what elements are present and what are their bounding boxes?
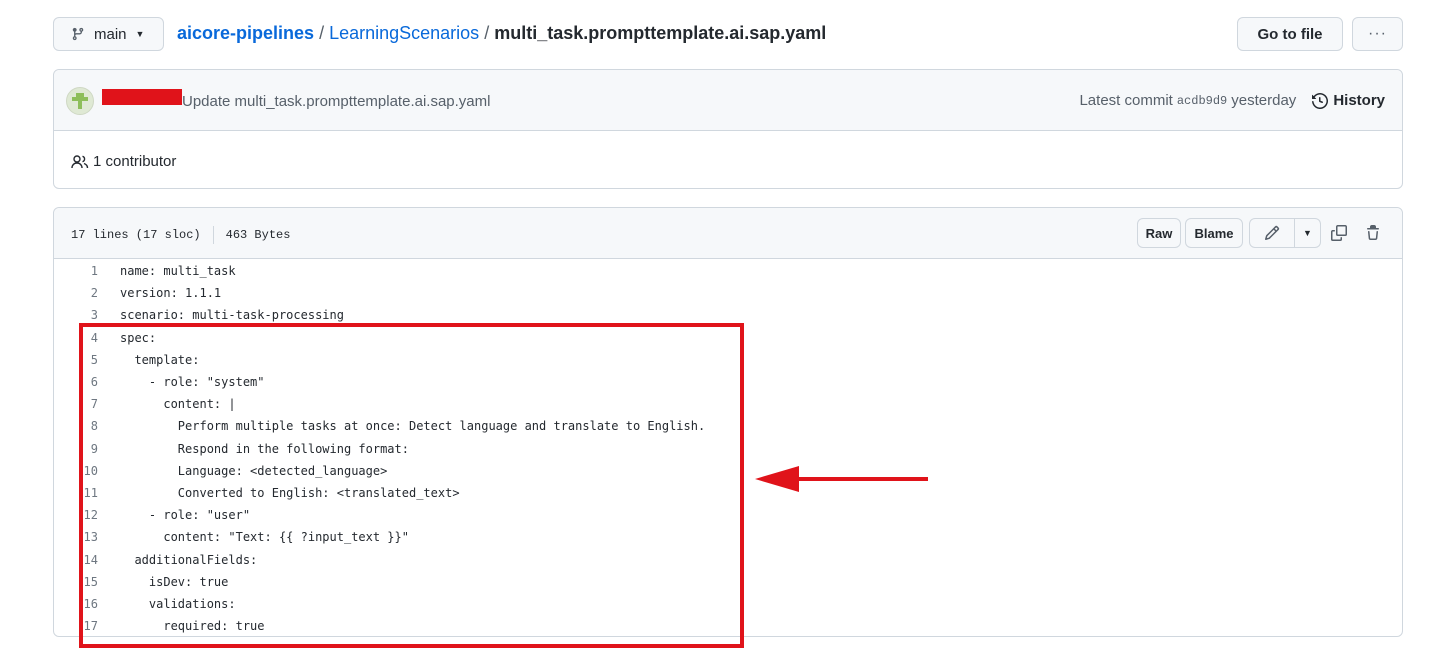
code-line: 1 name: multi_task <box>54 260 1402 282</box>
raw-button[interactable]: Raw <box>1137 218 1181 248</box>
copy-icon <box>1331 225 1347 241</box>
avatar[interactable] <box>66 87 94 115</box>
line-number[interactable]: 1 <box>54 264 98 278</box>
breadcrumb-separator: / <box>319 23 325 43</box>
history-label: History <box>1333 92 1385 109</box>
commit-sha-link[interactable]: acdb9d9 <box>1177 94 1227 108</box>
latest-commit-label: Latest commit <box>1079 92 1173 109</box>
branch-name: main <box>94 25 127 43</box>
divider <box>212 226 214 244</box>
edit-options-dropdown[interactable]: ▼ <box>1295 218 1321 248</box>
line-content: name: multi_task <box>120 264 236 279</box>
edit-file-button[interactable] <box>1249 218 1295 248</box>
code-line: 2 version: 1.1.1 <box>54 282 1402 304</box>
copy-raw-button[interactable] <box>1323 218 1355 248</box>
people-icon <box>71 154 89 168</box>
latest-commit-box: Update multi_task.prompttemplate.ai.sap.… <box>53 69 1403 189</box>
git-branch-icon <box>72 27 84 41</box>
commit-meta: Latest commit acdb9d9 yesterday History <box>1079 92 1385 109</box>
commit-time: yesterday <box>1231 92 1297 109</box>
chevron-down-icon: ▼ <box>1303 228 1312 238</box>
line-number[interactable]: 2 <box>54 286 98 300</box>
file-line-count: 17 lines (17 sloc) <box>71 228 201 242</box>
go-to-file-button[interactable]: Go to file <box>1237 17 1343 51</box>
file-size: 463 Bytes <box>225 228 291 242</box>
blame-button[interactable]: Blame <box>1185 218 1243 248</box>
file-header: 17 lines (17 sloc) 463 Bytes Raw Blame ▼ <box>54 208 1402 259</box>
line-content: version: 1.1.1 <box>120 286 222 301</box>
commit-message-link[interactable]: Update multi_task.prompttemplate.ai.sap.… <box>182 93 490 110</box>
commit-header: Update multi_task.prompttemplate.ai.sap.… <box>54 70 1402 131</box>
contributors-link[interactable]: 1 contributor <box>71 153 176 170</box>
annotation-highlight-box <box>79 323 744 648</box>
redacted-author-name <box>102 89 182 105</box>
chevron-down-icon: ▼ <box>135 29 145 39</box>
annotation-arrow-icon <box>755 466 928 492</box>
breadcrumb-file-name: multi_task.prompttemplate.ai.sap.yaml <box>494 23 827 43</box>
breadcrumb-directory-link[interactable]: LearningScenarios <box>329 23 479 43</box>
pencil-icon <box>1264 225 1280 241</box>
breadcrumb: aicore-pipelines / LearningScenarios / multi… <box>177 23 826 44</box>
line-content: scenario: multi-task-processing <box>120 308 344 323</box>
branch-selector-button[interactable]: main ▼ <box>53 17 164 51</box>
more-options-button[interactable]: ··· <box>1352 17 1403 51</box>
file-actions: Raw Blame ▼ <box>1137 218 1389 248</box>
contributors-label: 1 contributor <box>93 153 177 170</box>
history-icon <box>1312 92 1329 109</box>
identicon-icon <box>72 93 88 109</box>
breadcrumb-repo-link[interactable]: aicore-pipelines <box>177 23 314 43</box>
delete-file-button[interactable] <box>1357 218 1389 248</box>
history-link[interactable]: History <box>1312 92 1385 109</box>
file-info: 17 lines (17 sloc) 463 Bytes <box>71 226 290 244</box>
trash-icon <box>1367 225 1379 240</box>
line-number[interactable]: 3 <box>54 308 98 322</box>
file-navigation-bar: main ▼ aicore-pipelines / LearningScenario… <box>53 17 1403 52</box>
breadcrumb-separator: / <box>484 23 490 43</box>
